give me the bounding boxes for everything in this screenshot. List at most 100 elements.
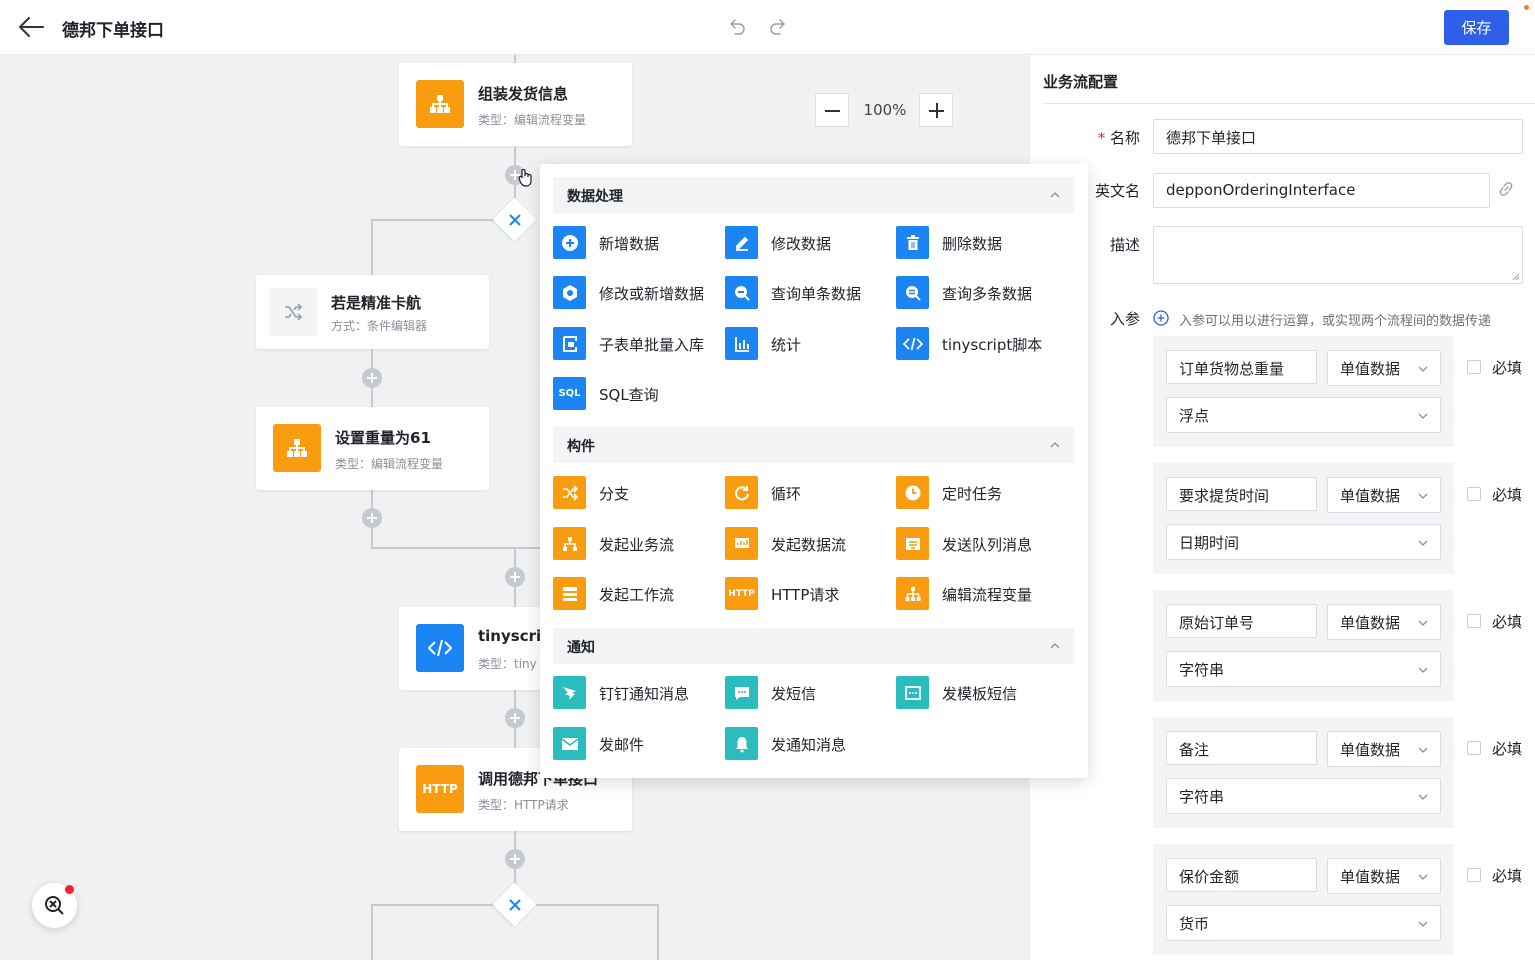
undo-icon[interactable] — [727, 17, 747, 37]
menu-item-start-data-flow[interactable]: 发起数据流 — [725, 527, 893, 561]
param-type-select[interactable]: 字符串 — [1166, 651, 1441, 687]
connector-line — [371, 904, 373, 960]
menu-item-send-email[interactable]: 发邮件 — [553, 727, 721, 761]
required-checkbox[interactable] — [1467, 614, 1481, 628]
flow-node[interactable]: 组装发货信息 类型：编辑流程变量 — [399, 63, 632, 146]
section-title: 通知 — [567, 640, 595, 656]
param-type-select[interactable]: 货币 — [1166, 905, 1441, 941]
zoom-fit-icon — [45, 896, 64, 915]
param-type-value: 货币 — [1179, 915, 1210, 933]
menu-item-label: 查询单条数据 — [771, 285, 862, 303]
queue-icon — [896, 527, 929, 560]
hierarchy-icon — [553, 527, 586, 560]
menu-item-label: 发送队列消息 — [942, 536, 1033, 554]
required-checkbox[interactable] — [1467, 868, 1481, 882]
param-name-input[interactable]: 保价金额 — [1166, 858, 1317, 892]
close-icon[interactable] — [499, 204, 530, 235]
flow-node[interactable]: 设置重量为61 类型：编辑流程变量 — [256, 407, 489, 490]
add-node-button[interactable] — [505, 567, 525, 587]
link-icon[interactable] — [1498, 181, 1514, 197]
required-checkbox[interactable] — [1467, 487, 1481, 501]
param-kind-value: 单值数据 — [1340, 487, 1401, 505]
param-type-select[interactable]: 日期时间 — [1166, 524, 1441, 560]
param-kind-select[interactable]: 单值数据 — [1327, 350, 1441, 386]
add-node-button[interactable] — [505, 849, 525, 869]
menu-item-statistics[interactable]: 统计 — [725, 327, 893, 361]
menu-item-template-sms[interactable]: 发模板短信 — [896, 676, 1064, 710]
zoom-in-button[interactable] — [919, 93, 953, 127]
menu-item-send-sms[interactable]: 发短信 — [725, 676, 893, 710]
param-name-input[interactable]: 订单货物总重量 — [1166, 350, 1317, 384]
menu-item-start-workflow[interactable]: 发起工作流 — [553, 577, 721, 611]
menu-item-label: 发起工作流 — [599, 586, 675, 604]
param-kind-select[interactable]: 单值数据 — [1327, 731, 1441, 767]
menu-item-upsert-data[interactable]: 修改或新增数据 — [553, 276, 721, 310]
menu-item-loop[interactable]: 循环 — [725, 476, 893, 510]
menu-item-start-business-flow[interactable]: 发起业务流 — [553, 527, 721, 561]
config-panel: 业务流配置 * 名称 德邦下单接口 英文名 depponOrderingInte… — [1030, 55, 1535, 960]
param-name-input[interactable]: 要求提货时间 — [1166, 477, 1317, 511]
menu-item-query-single[interactable]: 查询单条数据 — [725, 276, 893, 310]
menu-item-delete-data[interactable]: 删除数据 — [896, 226, 1064, 260]
zoom-control: 100% — [815, 93, 955, 127]
zoom-out-button[interactable] — [815, 93, 849, 127]
save-button[interactable]: 保存 — [1444, 10, 1509, 45]
menu-item-branch[interactable]: 分支 — [553, 476, 721, 510]
add-node-button[interactable] — [362, 508, 382, 528]
section-header-notification[interactable]: 通知 — [553, 628, 1074, 664]
menu-item-tinyscript[interactable]: tinyscript脚本 — [896, 327, 1064, 361]
add-node-button[interactable] — [362, 368, 382, 388]
menu-item-edit-data[interactable]: 修改数据 — [725, 226, 893, 260]
chevron-up-icon — [1050, 643, 1060, 649]
add-node-button[interactable] — [505, 708, 525, 728]
menu-item-scheduled-task[interactable]: 定时任务 — [896, 476, 1064, 510]
chevron-up-icon — [1050, 442, 1060, 448]
menu-item-subform-batch[interactable]: 子表单批量入库 — [553, 327, 721, 361]
param-name-input[interactable]: 原始订单号 — [1166, 604, 1317, 638]
menu-item-label: 发短信 — [771, 685, 817, 703]
name-input[interactable]: 德邦下单接口 — [1153, 119, 1523, 154]
branch-icon — [553, 476, 586, 509]
add-param-icon[interactable] — [1153, 310, 1169, 326]
param-type-select[interactable]: 字符串 — [1166, 778, 1441, 814]
menu-item-label: 编辑流程变量 — [942, 586, 1033, 604]
close-icon[interactable] — [499, 889, 530, 920]
menu-item-query-multiple[interactable]: 查询多条数据 — [896, 276, 1064, 310]
menu-item-edit-flow-variable[interactable]: 编辑流程变量 — [896, 577, 1064, 611]
menu-item-send-queue-message[interactable]: 发送队列消息 — [896, 527, 1064, 561]
required-checkbox[interactable] — [1467, 360, 1481, 374]
param-kind-select[interactable]: 单值数据 — [1327, 477, 1441, 513]
redo-icon[interactable] — [768, 17, 788, 37]
panel-title: 业务流配置 — [1043, 73, 1119, 91]
param-kind-select[interactable]: 单值数据 — [1327, 604, 1441, 640]
menu-item-send-notification[interactable]: 发通知消息 — [725, 727, 893, 761]
chevron-down-icon — [1418, 620, 1428, 626]
notification-dot — [65, 885, 74, 894]
section-header-components[interactable]: 构件 — [553, 427, 1074, 463]
back-arrow-icon[interactable] — [16, 14, 46, 40]
en-name-input[interactable]: depponOrderingInterface — [1153, 173, 1490, 208]
menu-item-sql-query[interactable]: SQL SQL查询 — [553, 377, 721, 411]
menu-item-add-data[interactable]: 新增数据 — [553, 226, 721, 260]
bar-chart-icon — [725, 327, 758, 360]
menu-item-dingtalk-message[interactable]: 钉钉通知消息 — [553, 676, 721, 710]
menu-item-http-request[interactable]: HTTP HTTP请求 — [725, 577, 893, 611]
param-kind-select[interactable]: 单值数据 — [1327, 858, 1441, 894]
code-icon — [416, 624, 464, 672]
section-header-data[interactable]: 数据处理 — [553, 177, 1074, 213]
menu-item-label: 钉钉通知消息 — [599, 685, 690, 703]
chevron-up-icon — [1050, 192, 1060, 198]
params-hint: 入参可以用以进行运算，或实现两个流程间的数据传递 — [1179, 314, 1492, 329]
variable-icon — [273, 424, 321, 472]
required-checkbox[interactable] — [1467, 741, 1481, 755]
menu-item-label: HTTP请求 — [771, 586, 840, 604]
en-name-label: 英文名 — [1094, 182, 1140, 200]
param-type-select[interactable]: 浮点 — [1166, 397, 1441, 433]
param-name-input[interactable]: 备注 — [1166, 731, 1317, 765]
resize-handle-icon[interactable] — [1512, 273, 1520, 281]
node-subtitle: 方式：条件编辑器 — [331, 319, 428, 333]
flow-node[interactable]: 若是精准卡航 方式：条件编辑器 — [256, 275, 489, 349]
description-textarea[interactable] — [1153, 226, 1523, 284]
node-type-menu: 数据处理 新增数据 修改数据 删除数据 修改或新增数据 查询单条数据 查询多条数… — [540, 164, 1088, 778]
node-subtitle: 类型：HTTP请求 — [478, 798, 569, 812]
